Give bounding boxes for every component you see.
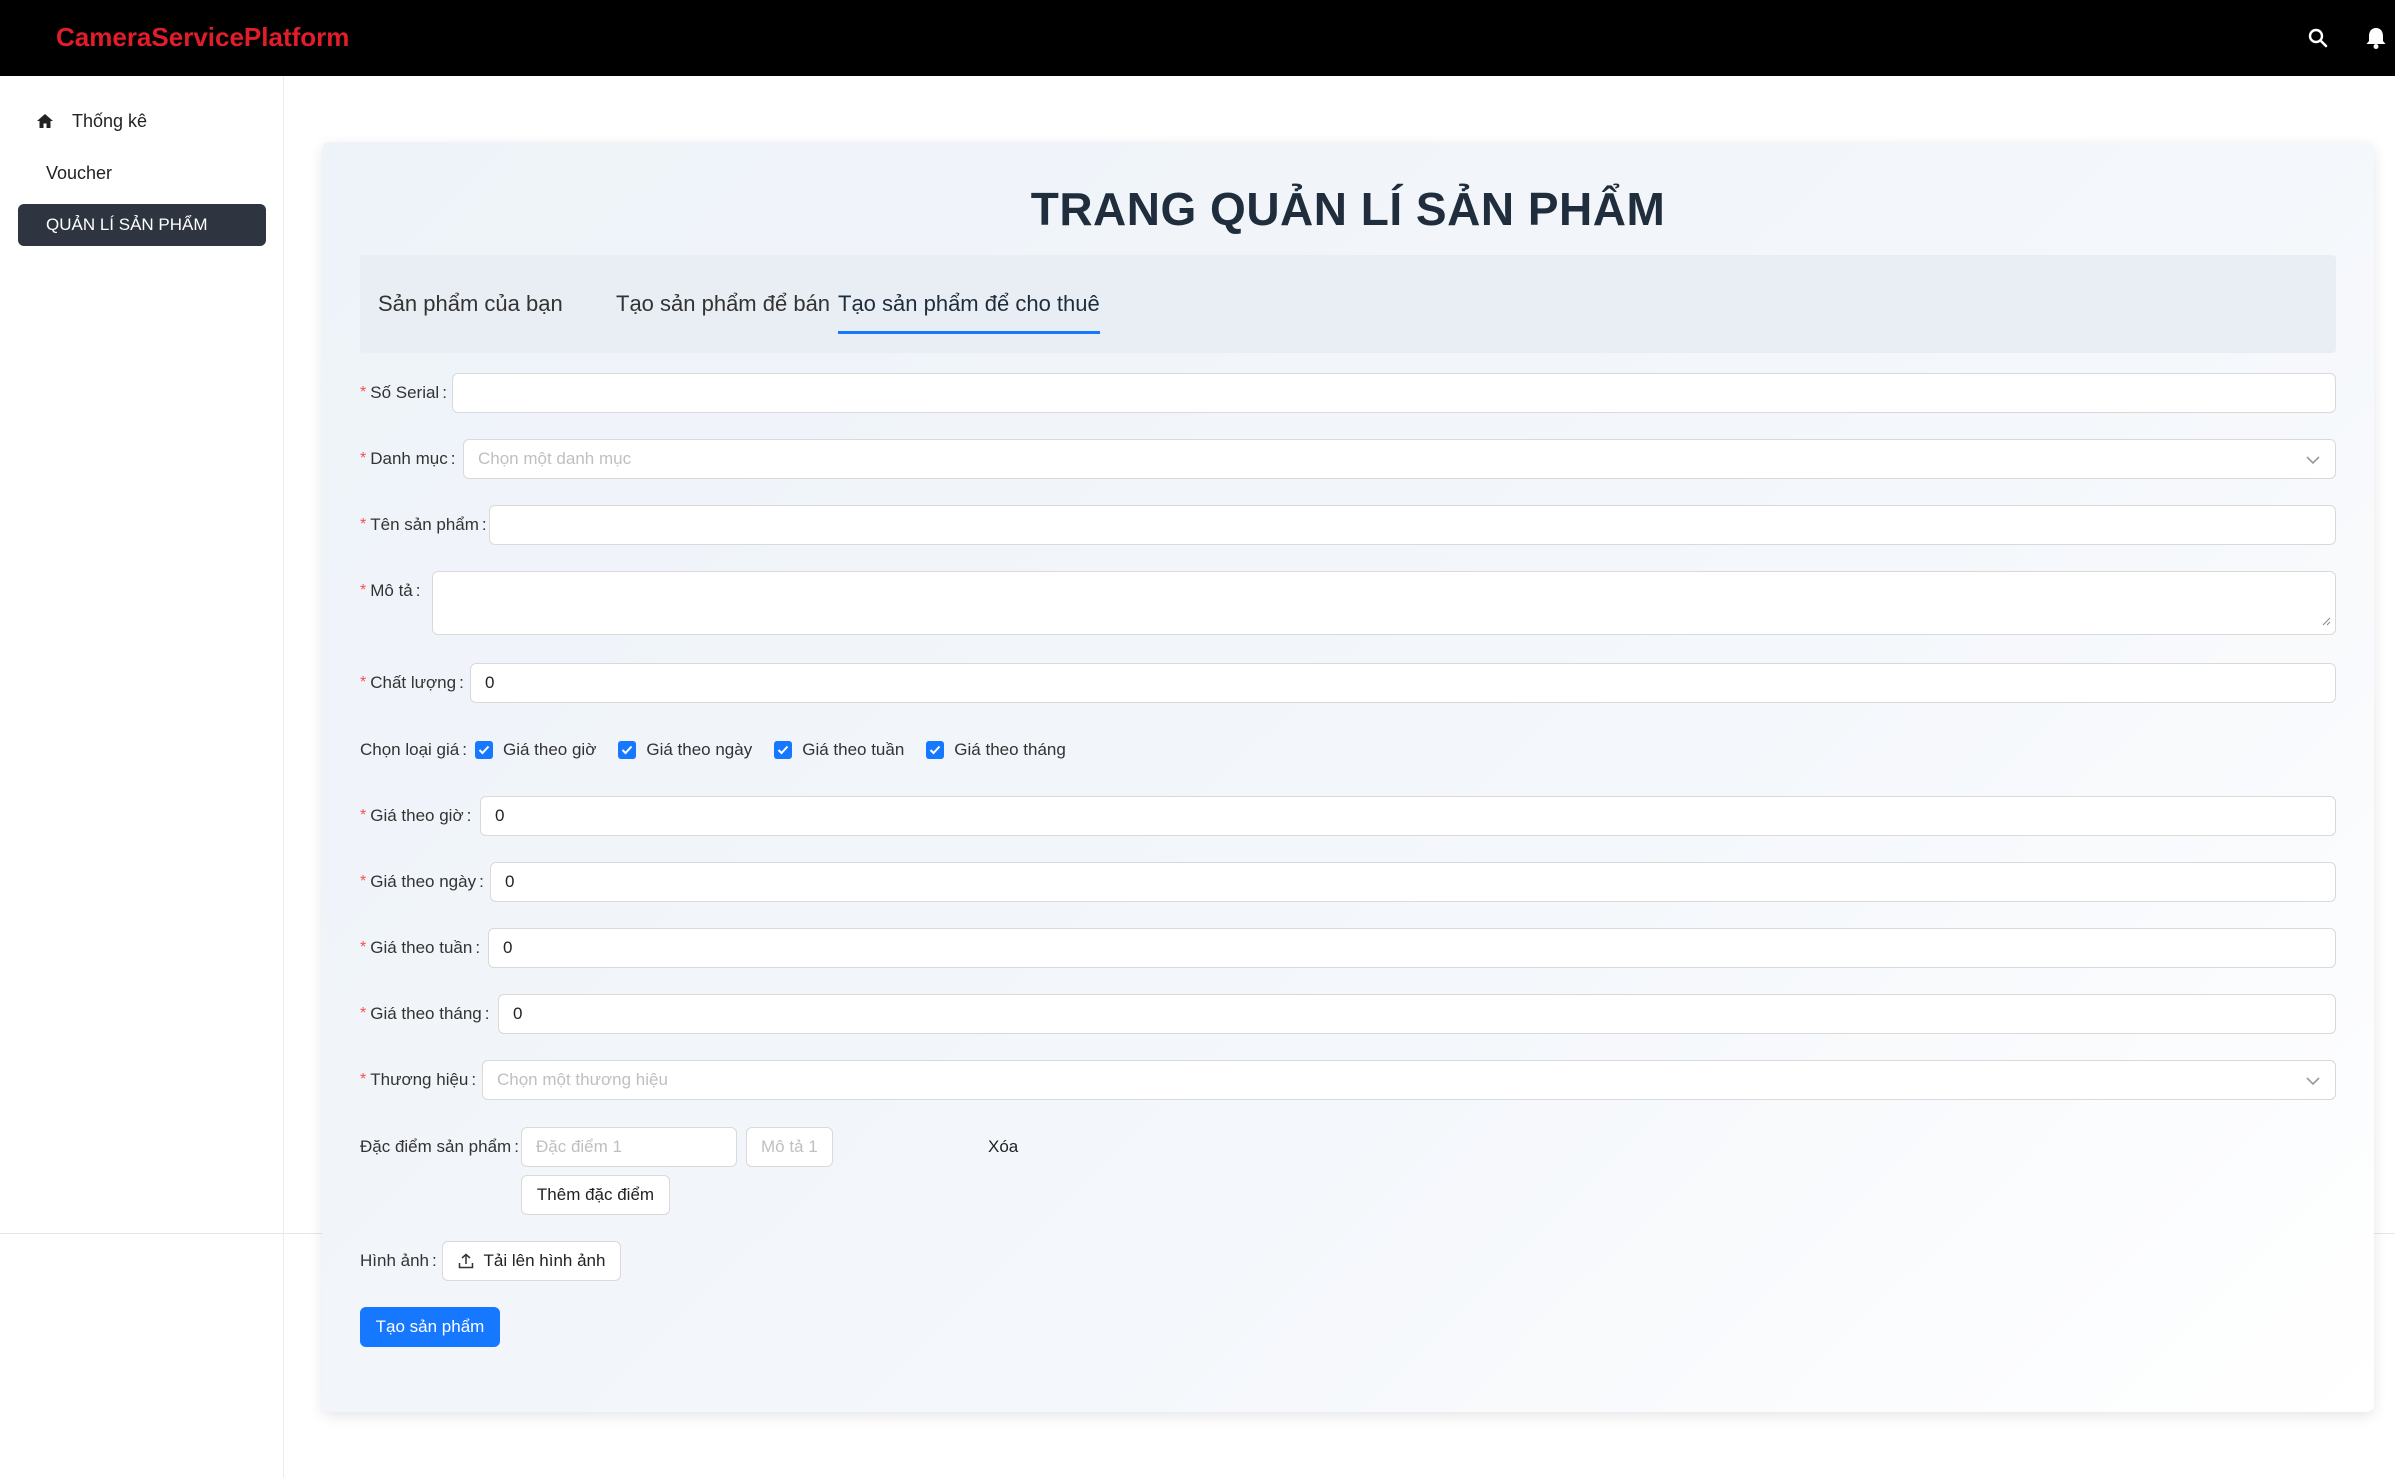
quality-label: Chất lượng — [370, 673, 457, 692]
sidebar: Thống kê Voucher QUẢN LÍ SẢN PHẨM — [0, 76, 284, 1478]
feature-desc-input[interactable]: Mô tả 1 — [746, 1127, 833, 1167]
description-row: * Mô tả: — [360, 581, 421, 600]
price-month-input[interactable]: 0 — [498, 994, 2336, 1034]
required-mark: * — [360, 939, 367, 956]
price-type-label: Chọn loại giá — [360, 740, 460, 759]
price-day-label: Giá theo ngày — [370, 872, 477, 891]
price-day-input[interactable]: 0 — [490, 862, 2336, 902]
home-icon — [36, 111, 56, 131]
price-week-row: * Giá theo tuần: — [360, 938, 481, 957]
price-week-input[interactable]: 0 — [488, 928, 2336, 968]
product-name-input[interactable] — [489, 505, 2336, 545]
chevron-down-icon — [2305, 452, 2321, 472]
bell-icon[interactable] — [2360, 22, 2392, 54]
chevron-down-icon — [2305, 1073, 2321, 1093]
sidebar-item-thong-ke[interactable]: Thống kê — [18, 100, 266, 142]
features-row: Đặc điểm sản phẩm: — [360, 1137, 519, 1156]
brand-logo[interactable]: CameraServicePlatform — [56, 22, 349, 53]
checkbox-checked-icon — [926, 741, 945, 759]
quality-row: * Chất lượng: — [360, 673, 464, 692]
remove-feature-link[interactable]: Xóa — [988, 1137, 1018, 1157]
required-mark: * — [360, 1071, 367, 1088]
image-row: Hình ảnh: — [360, 1251, 437, 1270]
upload-button-label: Tải lên hình ảnh — [483, 1251, 606, 1270]
price-hour-row: * Giá theo giờ: — [360, 806, 472, 825]
create-product-button[interactable]: Tạo sản phẩm — [360, 1307, 500, 1347]
tab-create-for-sale[interactable]: Tạo sản phẩm để bán — [616, 255, 830, 353]
page-title: TRANG QUẢN LÍ SẢN PHẨM — [1030, 183, 1666, 235]
top-bar: CameraServicePlatform — [0, 0, 2395, 76]
price-day-row: * Giá theo ngày: — [360, 872, 484, 891]
sidebar-item-quan-li-san-pham[interactable]: QUẢN LÍ SẢN PHẨM — [18, 204, 266, 246]
checkbox-label: Giá theo tuần — [802, 740, 905, 759]
required-mark: * — [360, 674, 367, 691]
features-label: Đặc điểm sản phẩm — [360, 1137, 512, 1156]
category-select[interactable]: Chọn một danh mục — [463, 439, 2336, 479]
required-mark: * — [360, 582, 367, 599]
price-hour-label: Giá theo giờ — [370, 806, 464, 825]
description-label: Mô tả — [370, 581, 413, 600]
checkbox-price-month[interactable]: Giá theo tháng — [926, 740, 1066, 760]
required-mark: * — [360, 873, 367, 890]
product-management-card: TRANG QUẢN LÍ SẢN PHẨM Sản phẩm của bạn … — [322, 142, 2374, 1412]
tab-create-for-rent[interactable]: Tạo sản phẩm để cho thuê — [838, 255, 1100, 353]
description-textarea[interactable] — [432, 571, 2336, 635]
required-mark: * — [360, 516, 367, 533]
required-mark: * — [360, 450, 367, 467]
required-mark: * — [360, 384, 367, 401]
price-month-label: Giá theo tháng — [370, 1004, 482, 1023]
serial-input[interactable] — [452, 373, 2336, 413]
serial-label: Số Serial — [370, 383, 440, 402]
price-type-row: Chọn loại giá: Giá theo giờ Giá theo ngà… — [360, 740, 1066, 760]
quality-input[interactable]: 0 — [470, 663, 2336, 703]
search-icon[interactable] — [2302, 22, 2334, 54]
image-label: Hình ảnh — [360, 1251, 429, 1270]
brand-label: Thương hiệu — [370, 1070, 469, 1089]
upload-image-button[interactable]: Tải lên hình ảnh — [442, 1241, 621, 1281]
upload-icon — [458, 1253, 474, 1269]
checkbox-label: Giá theo ngày — [646, 740, 753, 759]
checkbox-price-hour[interactable]: Giá theo giờ — [474, 740, 597, 760]
checkbox-checked-icon — [618, 741, 637, 759]
required-mark: * — [360, 1005, 367, 1022]
name-row: * Tên sản phẩm: — [360, 515, 487, 534]
brand-row: * Thương hiệu: — [360, 1070, 477, 1089]
checkbox-price-week[interactable]: Giá theo tuần — [774, 740, 904, 760]
price-week-label: Giá theo tuần — [370, 938, 473, 957]
price-month-row: * Giá theo tháng: — [360, 1004, 490, 1023]
sidebar-item-label: Thống kê — [72, 110, 148, 131]
category-row: * Danh mục: — [360, 449, 456, 468]
brand-placeholder: Chọn một thương hiệu — [497, 1070, 668, 1089]
feature-name-input[interactable]: Đặc điểm 1 — [521, 1127, 737, 1167]
tab-your-products[interactable]: Sản phẩm của bạn — [378, 255, 563, 353]
checkbox-label: Giá theo tháng — [954, 740, 1066, 759]
add-feature-button[interactable]: Thêm đặc điểm — [521, 1175, 670, 1215]
category-label: Danh mục — [370, 449, 448, 468]
tab-bar: Sản phẩm của bạn Tạo sản phẩm để bán Tạo… — [360, 255, 2336, 353]
sidebar-item-label: Voucher — [46, 162, 113, 183]
sidebar-item-voucher[interactable]: Voucher — [18, 152, 266, 194]
brand-select[interactable]: Chọn một thương hiệu — [482, 1060, 2336, 1100]
required-mark: * — [360, 807, 367, 824]
name-label: Tên sản phẩm — [370, 515, 479, 534]
resize-handle-icon[interactable] — [2321, 611, 2331, 631]
checkbox-checked-icon — [474, 741, 493, 759]
checkbox-checked-icon — [774, 741, 793, 759]
serial-row: * Số Serial: — [360, 383, 447, 402]
category-placeholder: Chọn một danh mục — [478, 449, 632, 468]
sidebar-item-label: QUẢN LÍ SẢN PHẨM — [46, 215, 208, 234]
checkbox-price-day[interactable]: Giá theo ngày — [618, 740, 752, 760]
checkbox-label: Giá theo giờ — [502, 740, 597, 759]
price-hour-input[interactable]: 0 — [480, 796, 2336, 836]
